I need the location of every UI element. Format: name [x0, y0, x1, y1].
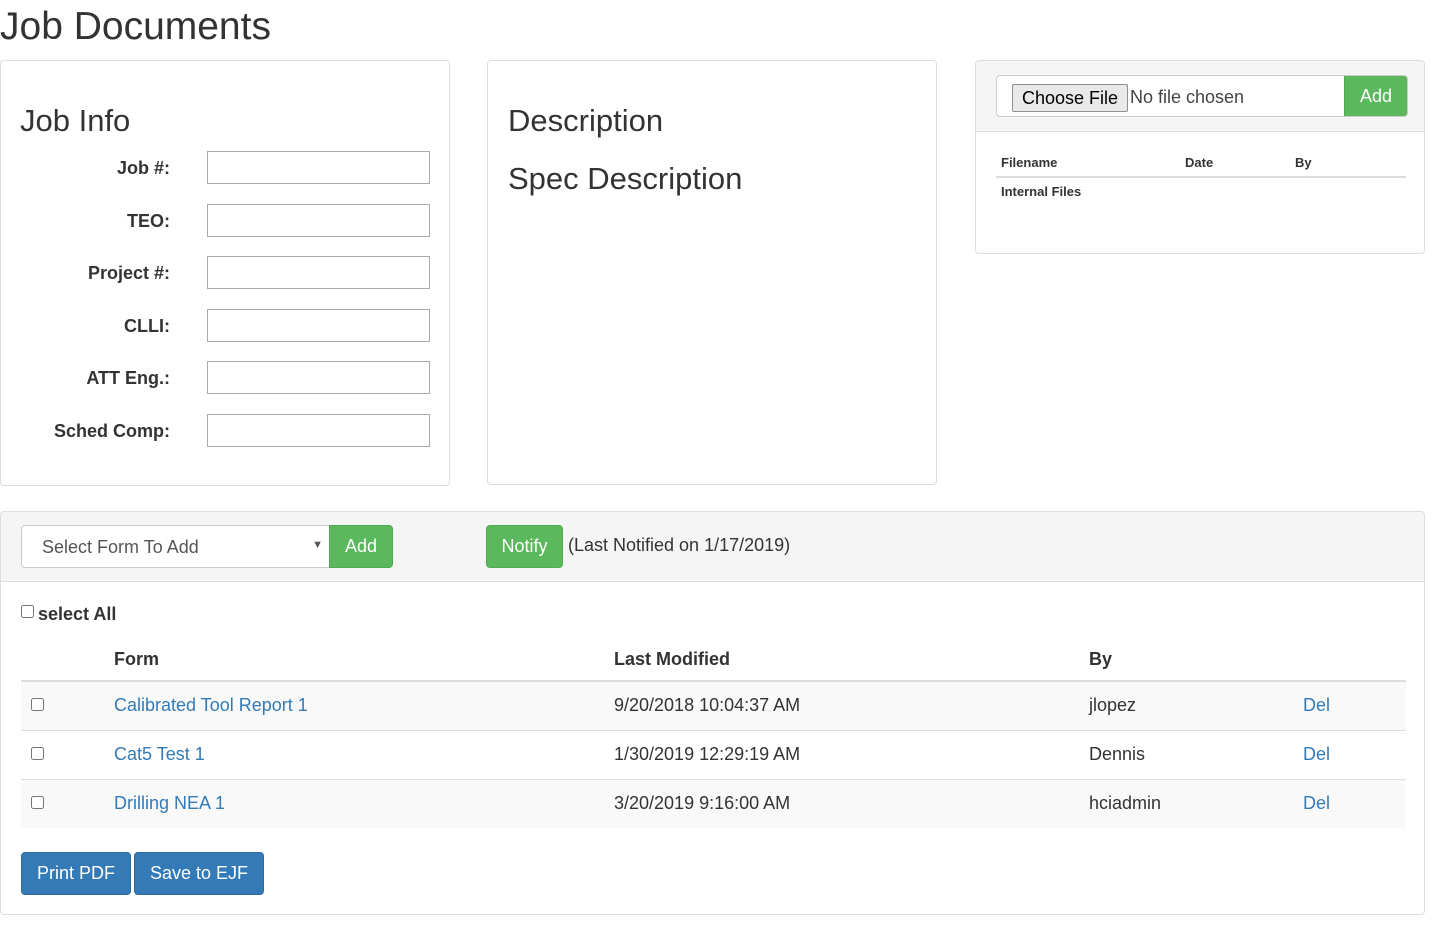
teo-label: TEO:	[127, 211, 170, 231]
last-notified-text: (Last Notified on 1/17/2019)	[568, 535, 791, 555]
row-checkbox[interactable]	[31, 796, 44, 810]
sched-comp-row: Sched Comp:	[1, 414, 451, 448]
forms-table: Form Last Modified By Calibrated Tool Re…	[21, 639, 1406, 828]
job-number-input[interactable]	[207, 151, 430, 184]
description-heading: Description	[508, 103, 664, 138]
save-to-ejf-button[interactable]: Save to EJF	[134, 852, 265, 895]
delete-link[interactable]: Del	[1303, 744, 1330, 764]
delete-link[interactable]: Del	[1303, 695, 1330, 715]
file-upload-bar: Choose File No file chosen Add	[976, 61, 1424, 132]
dropdown-caret-icon: ▼	[312, 539, 323, 551]
project-number-input[interactable]	[207, 256, 430, 289]
date-header: Date	[1180, 149, 1290, 178]
select-form-value: Select Form To Add	[42, 537, 199, 557]
row-checkbox[interactable]	[31, 698, 44, 712]
last-modified-cell: 3/20/2019 9:16:00 AM	[614, 778, 1089, 828]
choose-file-button[interactable]: Choose File	[1012, 84, 1129, 112]
last-modified-header: Last Modified	[614, 639, 1089, 682]
form-link[interactable]: Calibrated Tool Report 1	[114, 695, 308, 715]
forms-panel: Select Form To Add ▼ Add Notify (Last No…	[0, 511, 1425, 915]
job-number-label: Job #:	[116, 158, 170, 178]
row-checkbox[interactable]	[31, 747, 44, 760]
form-link[interactable]: Cat5 Test 1	[114, 744, 205, 764]
select-form-dropdown[interactable]: Select Form To Add ▼	[21, 525, 330, 568]
delete-link[interactable]: Del	[1303, 793, 1330, 813]
table-row: Cat5 Test 1 1/30/2019 12:29:19 AM Dennis…	[21, 729, 1406, 779]
by-cell: hciadmin	[1089, 778, 1303, 828]
notify-button[interactable]: Notify	[486, 525, 563, 568]
att-eng-label: ATT Eng.:	[86, 368, 170, 388]
job-info-heading: Job Info	[20, 103, 131, 138]
spec-description-heading: Spec Description	[508, 161, 743, 196]
no-file-chosen-text: No file chosen	[1130, 87, 1245, 107]
forms-toolbar: Select Form To Add ▼ Add Notify (Last No…	[1, 512, 1424, 582]
add-file-button[interactable]: Add	[1344, 76, 1407, 116]
project-number-row: Project #:	[1, 256, 451, 290]
clli-label: CLLI:	[124, 316, 170, 336]
clli-row: CLLI:	[1, 309, 451, 343]
teo-input[interactable]	[207, 204, 430, 237]
table-row: Calibrated Tool Report 1 9/20/2018 10:04…	[21, 681, 1406, 730]
project-number-label: Project #:	[87, 263, 170, 283]
att-eng-row: ATT Eng.:	[1, 361, 451, 395]
files-table: Filename Date By Internal Files	[996, 149, 1406, 205]
form-header: Form	[114, 639, 614, 682]
file-by	[1290, 177, 1406, 205]
action-header	[1303, 639, 1406, 682]
att-eng-input[interactable]	[207, 361, 430, 394]
by-header: By	[1290, 149, 1406, 178]
file-input-group: Choose File No file chosen Add	[996, 75, 1408, 117]
print-pdf-button[interactable]: Print PDF	[21, 852, 132, 895]
sched-comp-input[interactable]	[207, 414, 430, 447]
job-info-panel: Job Info Job #: TEO: Project #: CLLI: AT…	[0, 60, 450, 486]
job-number-row: Job #:	[1, 151, 451, 185]
page-title: Job Documents	[0, 5, 271, 48]
select-all-control[interactable]: select All	[21, 604, 116, 625]
file-row: Internal Files	[996, 177, 1406, 205]
filename-header: Filename	[996, 149, 1180, 178]
table-row: Drilling NEA 1 3/20/2019 9:16:00 AM hcia…	[21, 778, 1406, 828]
last-modified-cell: 9/20/2018 10:04:37 AM	[614, 695, 801, 716]
form-link[interactable]: Drilling NEA 1	[114, 793, 225, 813]
by-cell: Dennis	[1089, 729, 1303, 779]
description-panel: Description Spec Description	[487, 60, 937, 485]
select-all-label: select All	[38, 604, 117, 624]
sched-comp-label: Sched Comp:	[53, 421, 170, 441]
select-all-checkbox[interactable]	[21, 605, 34, 618]
file-date	[1180, 177, 1290, 205]
by-cell: jlopez	[1089, 695, 1137, 716]
files-panel: Choose File No file chosen Add Filename …	[975, 60, 1425, 254]
by-header: By	[1089, 639, 1303, 682]
clli-input[interactable]	[207, 309, 430, 342]
file-name: Internal Files	[1001, 184, 1082, 199]
add-form-button[interactable]: Add	[329, 525, 393, 568]
last-modified-cell: 1/30/2019 12:29:19 AM	[614, 729, 1089, 779]
checkbox-header	[21, 639, 114, 682]
teo-row: TEO:	[1, 204, 451, 238]
